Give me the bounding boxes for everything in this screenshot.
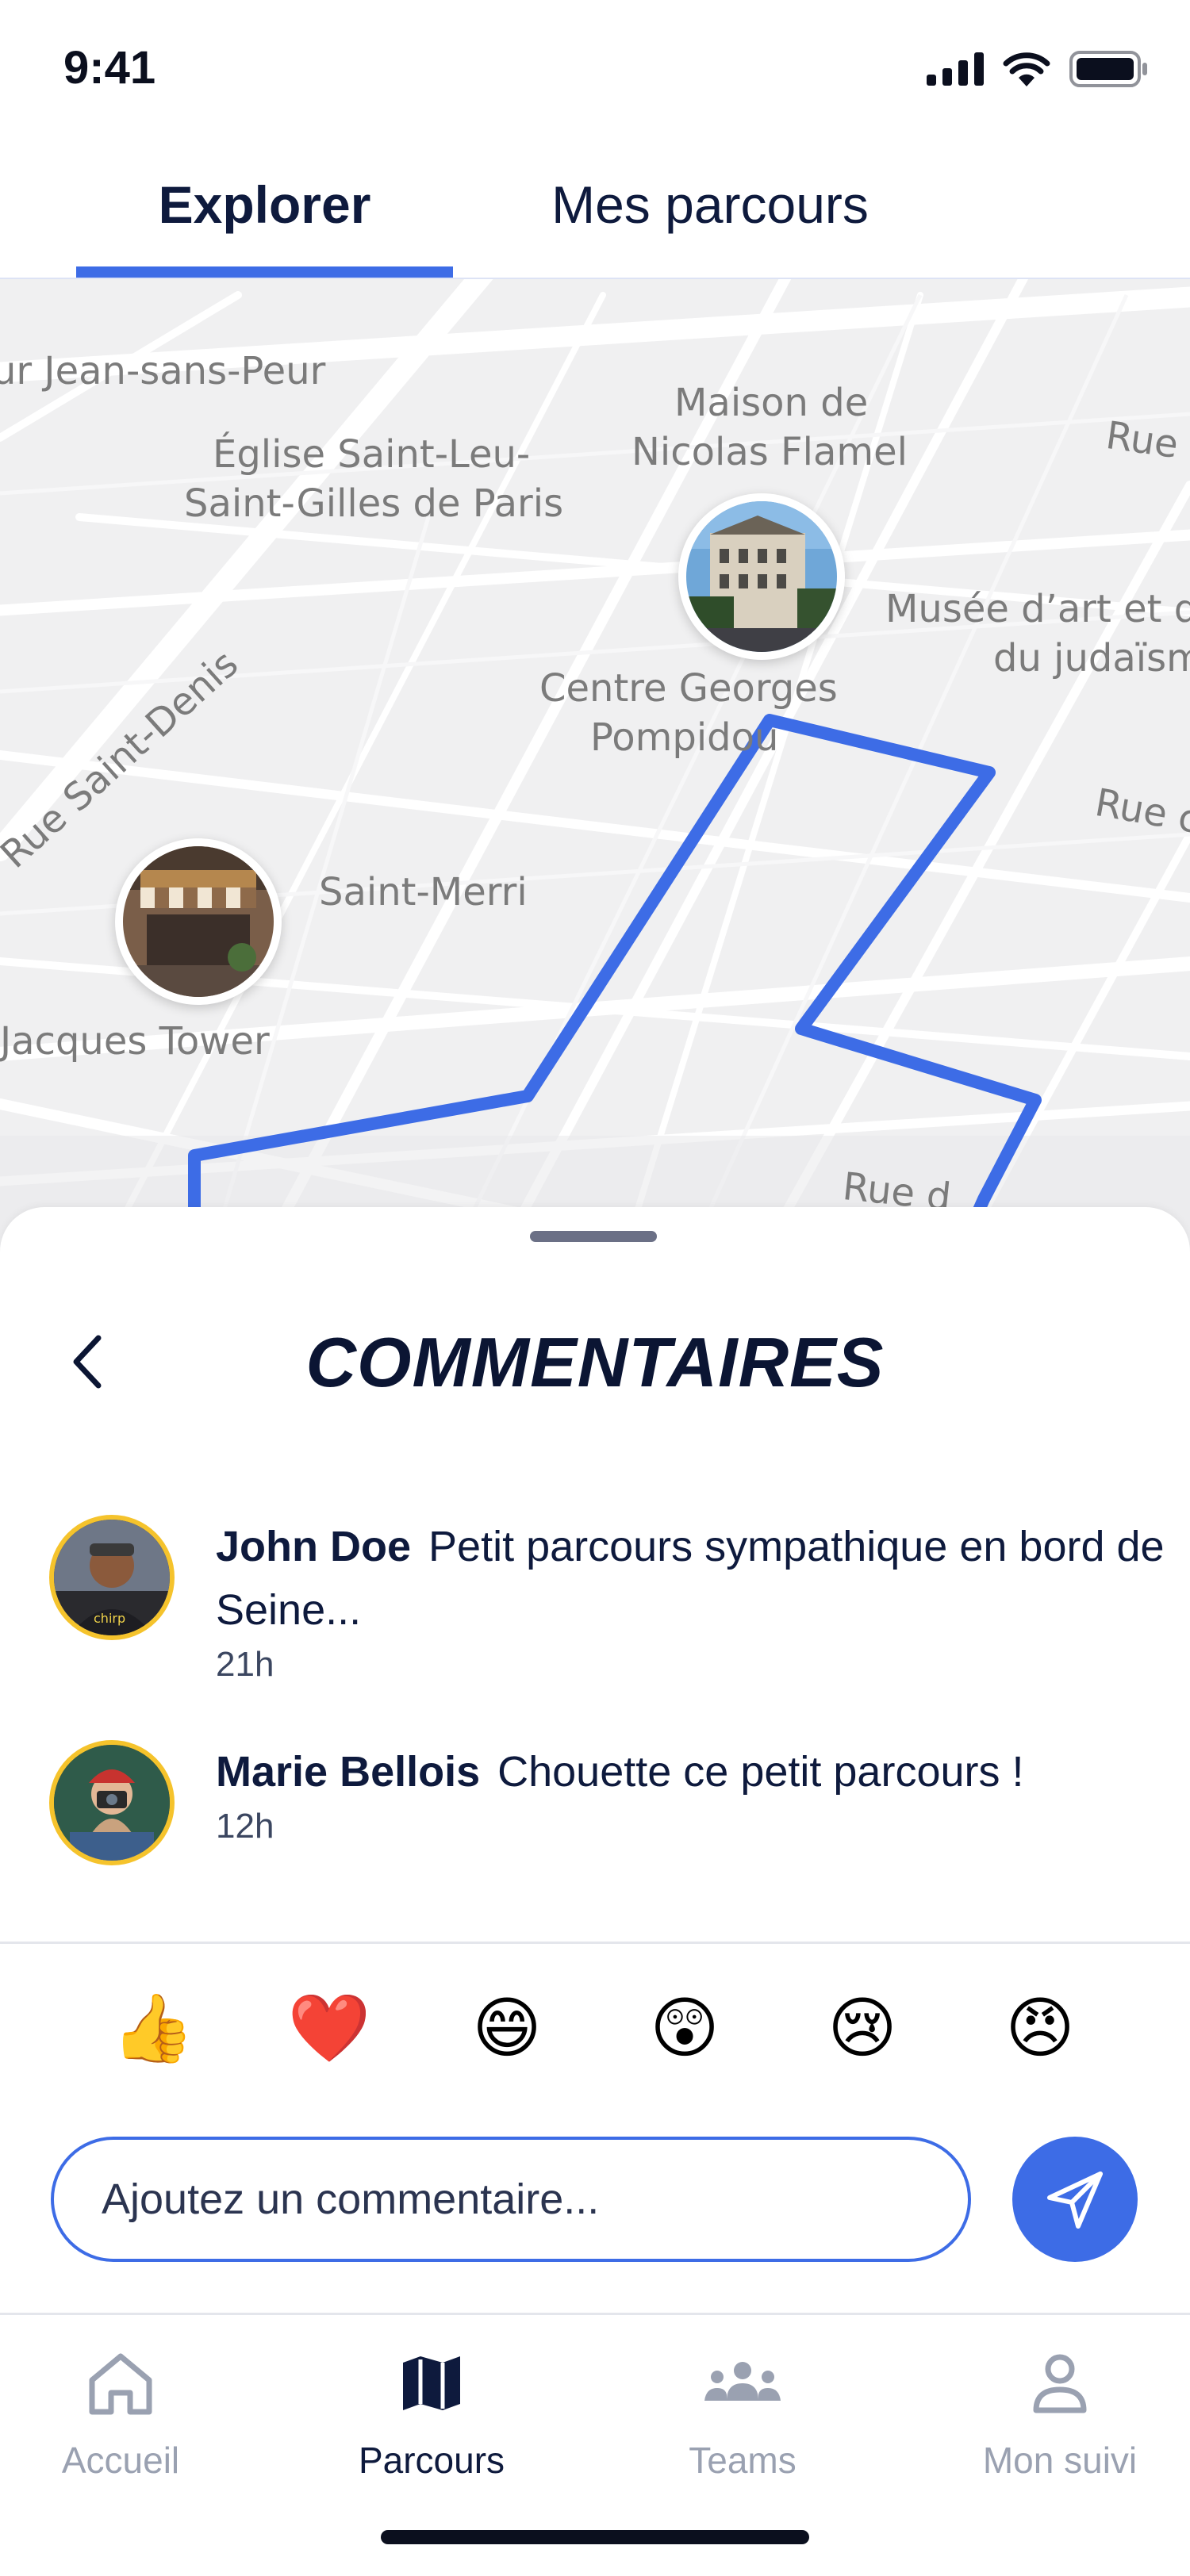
sheet-drag-handle[interactable] <box>530 1231 657 1242</box>
nav-item-mon-suivi[interactable]: Mon suivi <box>941 2344 1179 2482</box>
map-pin-building[interactable] <box>678 493 845 660</box>
map-label: ur Jean-sans-Peur <box>0 349 326 393</box>
wifi-icon <box>1003 52 1050 86</box>
map-label: Centre Georges <box>539 666 838 711</box>
map-label: Maison de <box>674 381 869 425</box>
comment-text: Chouette ce petit parcours ! <box>497 1748 1024 1796</box>
reaction-bar: 👍 ❤️ 😄 😲 😢 😠 <box>0 1984 1190 2080</box>
nav-label: Accueil <box>61 2440 180 2481</box>
home-icon <box>89 2353 152 2415</box>
nav-item-accueil[interactable]: Accueil <box>2 2344 240 2482</box>
nav-item-parcours[interactable]: Parcours <box>313 2344 551 2482</box>
nav-label: Parcours <box>358 2440 505 2481</box>
avatar-marie-icon <box>54 1745 170 1861</box>
battery-icon <box>1069 51 1147 87</box>
user-icon <box>1033 2354 1087 2413</box>
reaction-heart[interactable]: ❤️ <box>286 1984 373 2072</box>
reaction-angry[interactable]: 😠 <box>996 1984 1084 2072</box>
comment-author[interactable]: John Doe <box>216 1523 411 1570</box>
map-streets <box>0 279 1190 1271</box>
divider <box>0 1942 1190 1944</box>
reaction-thumbs-up[interactable]: 👍 <box>109 1984 197 2072</box>
avatar[interactable]: chirp <box>49 1515 175 1640</box>
home-indicator <box>381 2530 809 2544</box>
avatar-john-icon: chirp <box>54 1520 170 1635</box>
map-label: Musée d’art et d’ <box>885 587 1190 631</box>
map-label: Église Saint-Leu- <box>213 432 531 477</box>
tab-mes-parcours[interactable]: Mes parcours <box>508 174 912 246</box>
active-tab-indicator <box>76 266 453 278</box>
map-label: Pompidou <box>590 715 779 760</box>
comment-input[interactable] <box>51 2137 971 2262</box>
send-icon <box>1047 2172 1103 2229</box>
send-button[interactable] <box>1012 2137 1138 2262</box>
comment-item: Marie Bellois Chouette ce petit parcours … <box>49 1740 1160 1875</box>
comment-body: John Doe Petit parcours sympathique en bo… <box>216 1515 1168 1688</box>
back-button[interactable] <box>56 1326 119 1397</box>
top-tabs: Explorer Mes parcours <box>0 143 1190 280</box>
nav-label: Mon suivi <box>982 2440 1138 2481</box>
map-label: Rue <box>1103 412 1181 468</box>
reaction-laugh[interactable]: 😄 <box>463 1984 551 2072</box>
app-screen: 9:41 Explorer Mes parcours ur Jean-sans-… <box>0 0 1190 2576</box>
comment-item: chirp John Doe Petit parcours sympathique… <box>49 1515 1165 1684</box>
teams-icon <box>704 2362 781 2401</box>
svg-text:chirp: chirp <box>94 1611 125 1626</box>
status-icons <box>927 51 1149 87</box>
map-icon <box>403 2356 460 2410</box>
map-pin-cafe[interactable] <box>115 838 282 1005</box>
map-label: Nicolas Flamel <box>631 430 908 474</box>
sheet-title: COMMENTAIRES <box>305 1323 885 1401</box>
cafe-photo-icon <box>123 846 274 997</box>
map-label: Jacques Tower <box>0 1019 270 1064</box>
nav-item-teams[interactable]: Teams <box>624 2344 862 2482</box>
comment-author[interactable]: Marie Bellois <box>216 1748 480 1796</box>
status-bar: 9:41 <box>0 0 1190 143</box>
status-time: 9:41 <box>63 42 156 94</box>
map-label: du judaïsm <box>993 636 1190 680</box>
avatar[interactable] <box>49 1740 175 1865</box>
map-view[interactable]: ur Jean-sans-Peur Église Saint-Leu- Sain… <box>0 279 1190 1271</box>
comment-body: Marie Bellois Chouette ce petit parcours … <box>216 1740 1168 1850</box>
reaction-wow[interactable]: 😲 <box>641 1984 728 2072</box>
building-photo-icon <box>686 501 837 652</box>
chevron-left-icon <box>73 1335 102 1389</box>
signal-icon <box>927 52 984 86</box>
nav-label: Teams <box>689 2440 797 2481</box>
reaction-sad[interactable]: 😢 <box>819 1984 906 2072</box>
tab-explorer[interactable]: Explorer <box>76 174 453 246</box>
comment-time: 21h <box>216 1645 274 1684</box>
comment-time: 12h <box>216 1807 274 1846</box>
map-label: Saint-Merri <box>319 870 528 914</box>
map-label: Saint-Gilles de Paris <box>184 481 564 526</box>
